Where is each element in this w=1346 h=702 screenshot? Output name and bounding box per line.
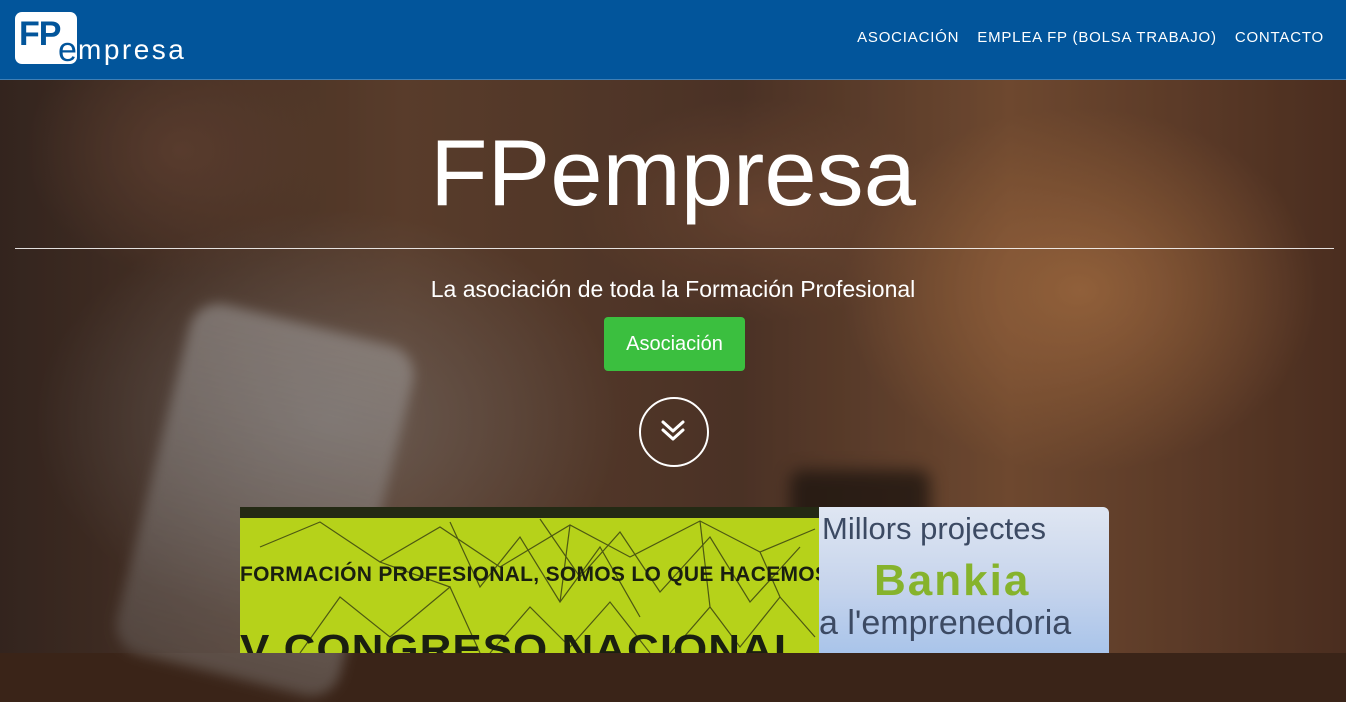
nav-link-contacto[interactable]: CONTACTO [1235, 29, 1324, 47]
card-bankia-line3: a l'emprenedoria [819, 604, 1072, 642]
navbar: FP e mpresa ASOCIACIÓN EMPLEA FP (BOLSA … [0, 0, 1346, 80]
logo-mpresa-text: mpresa [78, 34, 187, 65]
double-chevron-down-icon [661, 420, 685, 441]
logo-e-text: e [58, 31, 77, 69]
hero-subtitle: La asociación de toda la Formación Profe… [430, 276, 916, 302]
asociacion-button[interactable]: Asociación [604, 317, 745, 371]
card-bankia-logo-text: Bankia [874, 556, 1031, 605]
site-logo[interactable]: FP e mpresa [15, 12, 205, 69]
hero-divider [15, 248, 1334, 249]
news-card-congreso[interactable]: FORMACIÓN PROFESIONAL, SOMOS LO QUE HACE… [240, 507, 819, 653]
card-congreso-slogan: FORMACIÓN PROFESIONAL, SOMOS LO QUE HACE… [240, 563, 819, 586]
card-congreso-title: V CONGRESO NACIONAL [240, 627, 802, 654]
nav-link-emplea-fp[interactable]: EMPLEA FP (BOLSA TRABAJO) [977, 29, 1217, 47]
logo-fp-text: FP [19, 15, 61, 53]
card-bankia-line1: Millors projectes [822, 511, 1046, 546]
hero-title: FPempresa [430, 120, 916, 225]
nav-link-asociacion[interactable]: ASOCIACIÓN [857, 29, 959, 47]
scroll-down-button[interactable] [639, 397, 709, 467]
main-nav: ASOCIACIÓN EMPLEA FP (BOLSA TRABAJO) CON… [857, 29, 1324, 47]
news-card-bankia[interactable]: Millors projectes Bankia a l'emprenedori… [819, 507, 1109, 653]
